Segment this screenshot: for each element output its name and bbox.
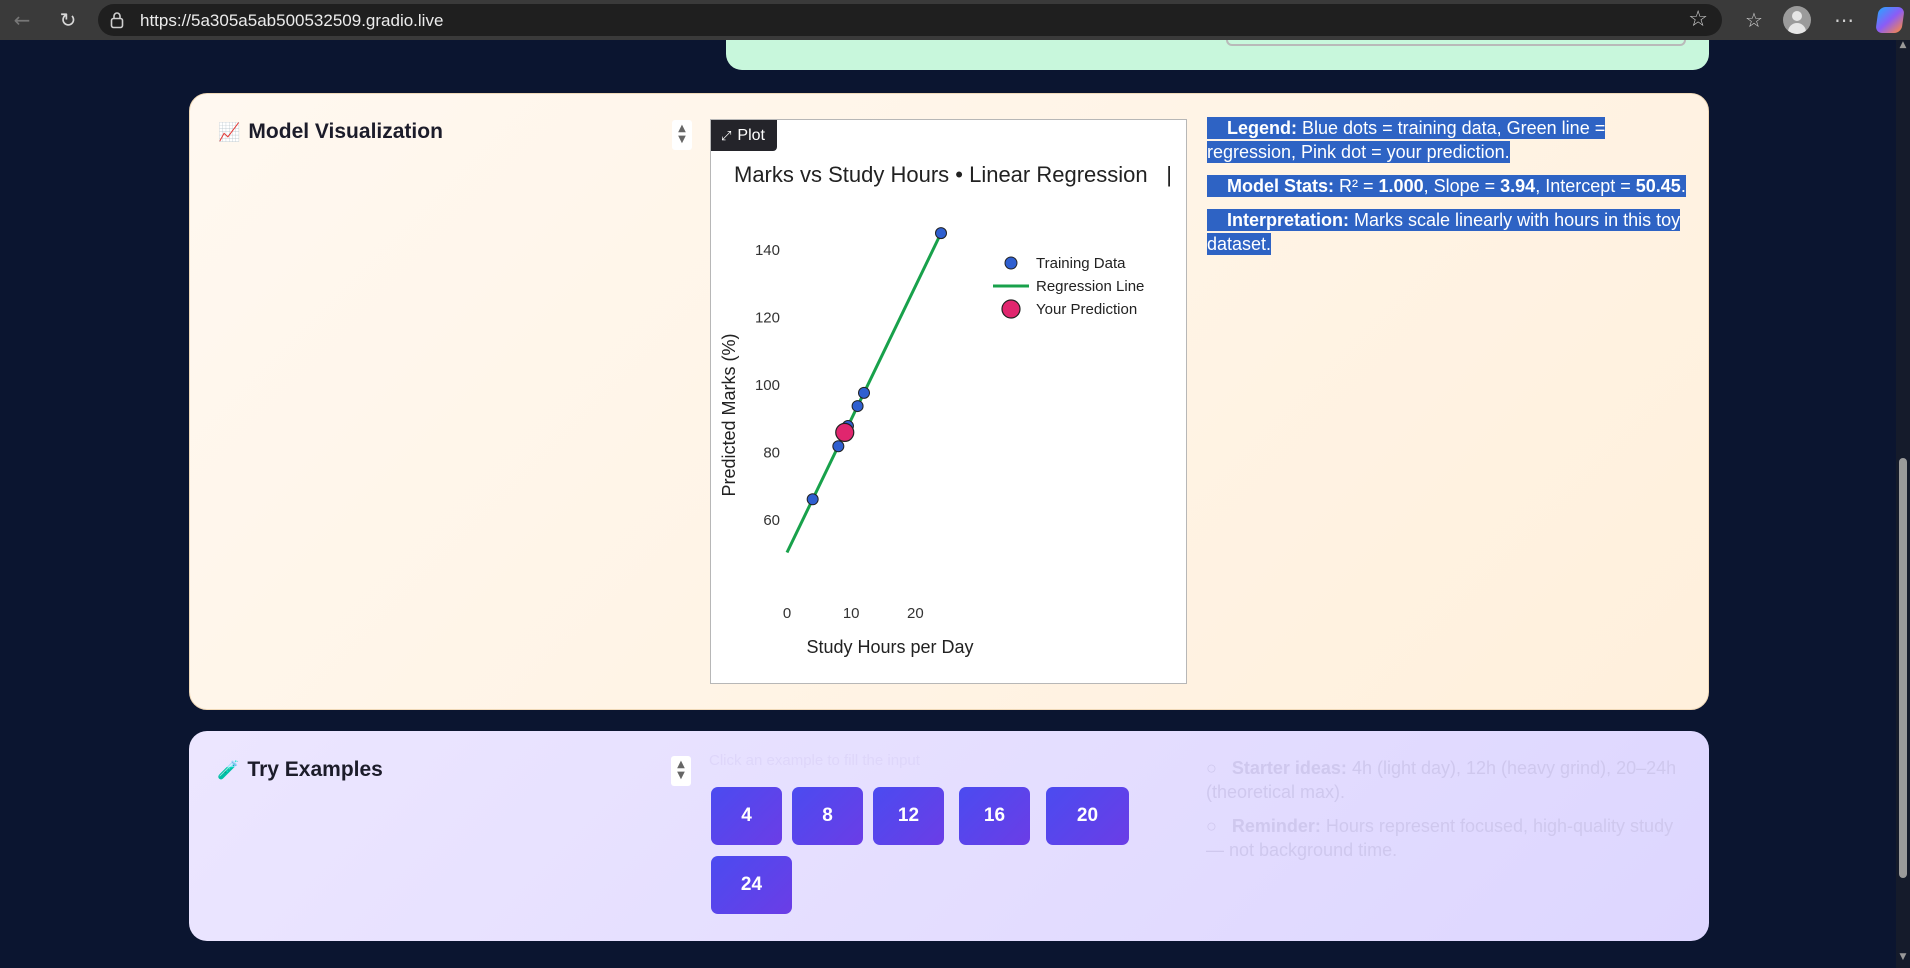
legend-prediction-marker — [1001, 299, 1021, 319]
training-data-point — [832, 440, 845, 453]
scrollbar-thumb[interactable] — [1899, 458, 1907, 878]
example-button-4[interactable]: 4 — [711, 787, 782, 845]
chart-series — [785, 227, 947, 554]
chart-title-text: Marks vs Study Hours • Linear Regression — [734, 162, 1148, 187]
legend-label: Regression Line — [1036, 278, 1144, 295]
chart-title-suffix: | — [1166, 162, 1172, 187]
y-tick-label: 100 — [755, 377, 780, 394]
r2-value: 1.000 — [1378, 176, 1424, 196]
training-data-point — [851, 400, 864, 413]
try-examples-title: 🧪 Try Examples — [217, 758, 383, 782]
back-icon[interactable]: ← — [8, 6, 36, 34]
y-tick-label: 140 — [755, 242, 780, 259]
previous-panel-remnant — [726, 40, 1709, 70]
r2-prefix: R² = — [1334, 176, 1379, 196]
chart-title: Marks vs Study Hours • Linear Regression — [734, 162, 1148, 187]
legend-label: Training Data — [1036, 255, 1126, 272]
previous-input-edge — [1226, 40, 1686, 46]
copilot-icon[interactable] — [1875, 7, 1905, 33]
example-button-24[interactable]: 24 — [711, 856, 792, 914]
x-tick-label: 10 — [843, 605, 860, 622]
legend-note: Legend: Blue dots = training data, Green… — [1207, 116, 1687, 164]
plot-container: ⤢ Plot Marks vs Study Hours • Linear Regr… — [710, 119, 1187, 684]
try-examples-label: Try Examples — [247, 758, 383, 781]
example-button-16[interactable]: 16 — [959, 787, 1030, 845]
try-examples-panel: 🧪 Try Examples ▲ ▼ Click an example to fil… — [189, 731, 1709, 941]
y-tick-label: 120 — [755, 310, 780, 327]
slope-prefix: , Slope = — [1423, 176, 1501, 196]
y-axis-label: Predicted Marks (%) — [719, 333, 739, 496]
interpretation-label: Interpretation: — [1227, 210, 1350, 230]
training-data-point — [806, 493, 819, 506]
more-icon[interactable]: ⋯ — [1830, 6, 1858, 34]
profile-avatar[interactable] — [1783, 6, 1811, 34]
legend-label: Your Prediction — [1036, 301, 1137, 318]
scroll-up-icon[interactable]: ▲ — [1898, 40, 1908, 50]
x-tick-label: 0 — [783, 605, 791, 622]
example-button-12[interactable]: 12 — [873, 787, 944, 845]
model-visualization-label: Model Visualization — [248, 120, 443, 143]
x-axis-label: Study Hours per Day — [806, 637, 973, 657]
intercept-prefix: , Intercept = — [1535, 176, 1636, 196]
training-data-point — [858, 386, 870, 399]
regression-chart: Marks vs Study Hours • Linear Regression… — [719, 162, 1172, 657]
intercept-value: 50.45 — [1635, 176, 1681, 196]
training-data-point — [935, 227, 947, 240]
example-button-20[interactable]: 20 — [1046, 787, 1129, 845]
examples-notes: ○ Starter ideas: 4h (light day), 12h (he… — [1206, 756, 1686, 872]
chart-emoji-icon: 📈 — [218, 122, 241, 143]
model-visualization-title: 📈 Model Visualization — [218, 120, 443, 144]
x-ticks: 0 10 20 — [783, 605, 924, 622]
reload-icon[interactable]: ↻ — [54, 6, 82, 34]
x-tick-label: 20 — [907, 605, 924, 622]
accordion-toggle-icon[interactable]: ▲ ▼ — [672, 120, 692, 150]
address-bar[interactable]: https://5a305a5ab500532509.gradio.live ☆ — [98, 4, 1722, 36]
model-stats-label: Model Stats: — [1227, 176, 1335, 196]
model-visualization-panel: 📈 Model Visualization ▲ ▼ ⤢ Plot Marks vs S… — [189, 93, 1709, 710]
visualization-notes: Legend: Blue dots = training data, Green… — [1207, 116, 1687, 266]
page-scrollbar[interactable]: ▲ ▼ — [1896, 40, 1910, 968]
lock-icon[interactable] — [110, 11, 124, 29]
test-tube-icon: 🧪 — [217, 760, 240, 781]
slope-value: 3.94 — [1500, 176, 1536, 196]
interpretation-note: Interpretation: Marks scale linearly wit… — [1207, 208, 1687, 256]
examples-caption: Click an example to fill the input — [709, 752, 920, 769]
browser-toolbar: ← ↻ https://5a305a5ab500532509.gradio.li… — [0, 0, 1910, 40]
y-tick-label: 80 — [763, 445, 780, 462]
accordion-toggle-icon[interactable]: ▲ ▼ — [671, 756, 691, 786]
reminder-note: ○ Reminder: Hours represent focused, hig… — [1206, 816, 1674, 860]
legend-training-marker — [1004, 256, 1018, 270]
legend-note-label: Legend: — [1227, 118, 1298, 138]
y-ticks: 60 80 100 120 140 — [755, 242, 780, 529]
star-icon[interactable]: ☆ — [1688, 7, 1708, 32]
reminder-label: Reminder: — [1231, 816, 1321, 836]
starter-ideas-label: Starter ideas: — [1231, 758, 1347, 778]
scroll-down-icon[interactable]: ▼ — [1898, 952, 1908, 962]
stats-end: . — [1680, 176, 1686, 196]
example-button-8[interactable]: 8 — [792, 787, 863, 845]
model-stats-note: Model Stats: R² = 1.000, Slope = 3.94, I… — [1207, 174, 1687, 198]
url-text[interactable]: https://5a305a5ab500532509.gradio.live — [140, 11, 443, 31]
favorites-icon[interactable]: ☆ — [1740, 6, 1768, 34]
chart-legend: Training Data Regression Line Your Predict… — [993, 255, 1144, 319]
prediction-point — [835, 422, 855, 443]
starter-ideas-note: ○ Starter ideas: 4h (light day), 12h (he… — [1206, 758, 1677, 802]
y-tick-label: 60 — [763, 512, 780, 529]
